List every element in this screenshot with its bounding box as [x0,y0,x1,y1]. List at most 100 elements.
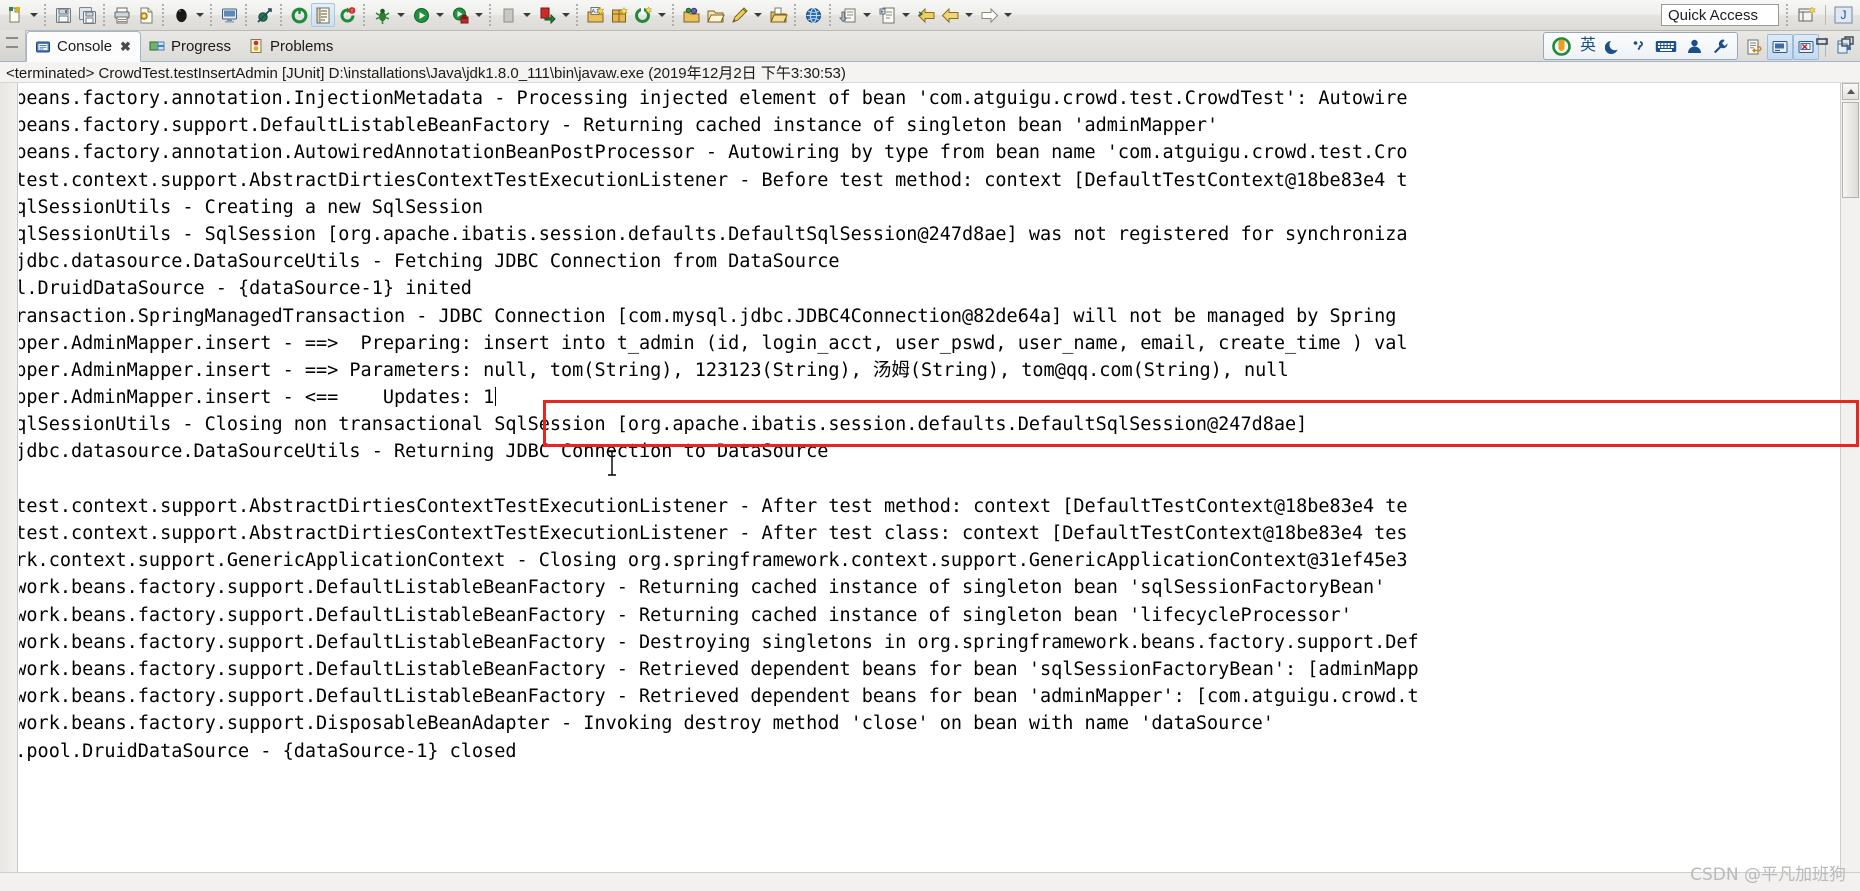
new-wizard-icon[interactable] [3,3,27,27]
toolbar-group-external-tools [447,2,486,28]
ime-keyboard-icon[interactable] [1655,39,1677,54]
close-icon[interactable]: ✖ [120,39,131,55]
stop-icon[interactable] [496,3,520,27]
new-class-dropdown-arrow[interactable] [655,3,668,27]
quick-access-input[interactable]: Quick Access [1661,4,1779,26]
maximize-view-button[interactable] [1840,35,1856,49]
new-package-icon[interactable] [607,3,631,27]
console-line: k.test.context.support.AbstractDirtiesCo… [19,169,1408,191]
run-icon[interactable] [409,3,433,27]
new-junit-test-icon[interactable] [311,3,335,27]
toggle-breakpoint-icon[interactable] [252,3,276,27]
text-caret [495,387,497,407]
save-all-icon[interactable] [75,3,99,27]
ime-lang-label[interactable]: 英 [1580,38,1596,54]
console-horizontal-scrollbar[interactable] [0,872,1860,891]
ime-moon-icon[interactable] [1605,38,1622,55]
export-icon[interactable] [134,3,158,27]
toolbar-group-nav [913,2,976,28]
new-java-project-icon[interactable]: AJ [583,3,607,27]
forward-icon[interactable] [977,3,1001,27]
tab-console[interactable]: Console ✖ [26,31,141,62]
tab-problems[interactable]: Problems [240,31,342,61]
ime-toolbar[interactable]: 英 [1542,32,1738,60]
annotation-dropdown-arrow[interactable] [899,3,912,27]
toolbar-group-forward [976,2,1015,28]
console-gutter [0,83,18,891]
previous-annotation-icon[interactable] [938,3,962,27]
debug-icon[interactable] [370,3,394,27]
console-line: hework.beans.factory.support.DefaultList… [19,577,1386,599]
publish-icon[interactable] [535,3,559,27]
toolbar-separator [829,4,832,26]
annotation-icon[interactable] [875,3,899,27]
publish-dropdown-arrow[interactable] [559,3,572,27]
back-icon[interactable] [914,3,938,27]
svg-text:J: J [1841,8,1847,22]
scrollbar-thumb[interactable] [1842,102,1859,198]
toolbar-group-open [678,2,765,28]
console-line: id.pool.DruidDataSource - {dataSource-1}… [19,740,517,762]
ime-user-icon[interactable] [1686,38,1703,55]
stop-dropdown-arrow[interactable] [520,3,533,27]
open-perspective-icon[interactable] [1795,3,1819,27]
toolbar-group-publish [534,2,573,28]
tab-console-label: Console [57,38,113,55]
toolbar-group-new [2,2,41,28]
console-icon [35,39,51,55]
pin-console-icon[interactable] [1767,33,1793,60]
print-icon[interactable] [110,3,134,27]
toolbar-separator [280,4,283,26]
java-perspective-icon[interactable]: J [1832,3,1856,27]
restart-server-icon[interactable] [287,3,311,27]
eclipse-window: ! AJ Quick Access J Console ✖ Progress P… [0,0,1860,891]
debug-dropdown-arrow[interactable] [394,3,407,27]
scroll-up-button[interactable] [1842,83,1859,100]
previous-annotation-dropdown-arrow[interactable] [962,3,975,27]
new-class-icon[interactable] [631,3,655,27]
external-tools-dropdown-arrow[interactable] [472,3,485,27]
debug-perspective-icon[interactable] [169,3,193,27]
web-browser-icon[interactable] [801,3,825,27]
main-toolbar: ! AJ Quick Access J [0,0,1860,31]
new-file-icon[interactable] [766,3,790,27]
minimize-view-button[interactable] [1814,35,1830,49]
toolbar-group-web [800,2,826,28]
console-text[interactable]: k.beans.factory.annotation.InjectionMeta… [19,85,1840,765]
word-wrap-icon[interactable] [1741,34,1767,60]
view-restore-stub[interactable] [0,30,26,61]
watermark: CSDN @平凡加班狗 [1690,865,1846,885]
import-dropdown-arrow[interactable] [860,3,873,27]
search-icon[interactable] [727,3,751,27]
open-task-icon[interactable] [703,3,727,27]
terminal-icon[interactable] [217,3,241,27]
console-line: work.context.support.GenericApplicationC… [19,550,1408,572]
toolbar-group-server: ! [286,2,360,28]
perspective-dropdown-arrow[interactable] [193,3,206,27]
save-icon[interactable] [51,3,75,27]
forward-dropdown-arrow[interactable] [1001,3,1014,27]
run-dropdown-arrow[interactable] [433,3,446,27]
toolbar-separator [162,4,165,26]
toolbar-group-save [50,2,100,28]
console-line: hework.beans.factory.support.DefaultList… [19,631,1419,653]
tab-progress[interactable]: Progress [141,31,240,61]
tab-problems-label: Problems [269,37,334,55]
console-line: k.beans.factory.annotation.InjectionMeta… [19,88,1408,109]
console-line: hework.beans.factory.support.DefaultList… [19,658,1419,680]
console-line: k.jdbc.datasource.DataSourceUtils - Retu… [19,441,829,463]
process-info-line: <terminated> CrowdTest.testInsertAdmin [… [0,62,1860,83]
ime-wrench-icon[interactable] [1712,38,1729,55]
search-dropdown-arrow[interactable] [751,3,764,27]
import-icon[interactable] [836,3,860,27]
tab-progress-label: Progress [170,37,231,55]
run-external-tools-icon[interactable] [448,3,472,27]
console-line: k.test.context.support.AbstractDirtiesCo… [19,523,1408,544]
refresh-icon[interactable]: ! [335,3,359,27]
console-vertical-scrollbar[interactable] [1840,83,1860,891]
open-type-icon[interactable] [679,3,703,27]
ime-punctuation-icon[interactable] [1631,38,1646,55]
ime-logo-icon[interactable] [1552,36,1571,56]
console-text-scroll[interactable]: k.beans.factory.annotation.InjectionMeta… [19,83,1840,891]
new-wizard-dropdown-arrow[interactable] [27,3,40,27]
